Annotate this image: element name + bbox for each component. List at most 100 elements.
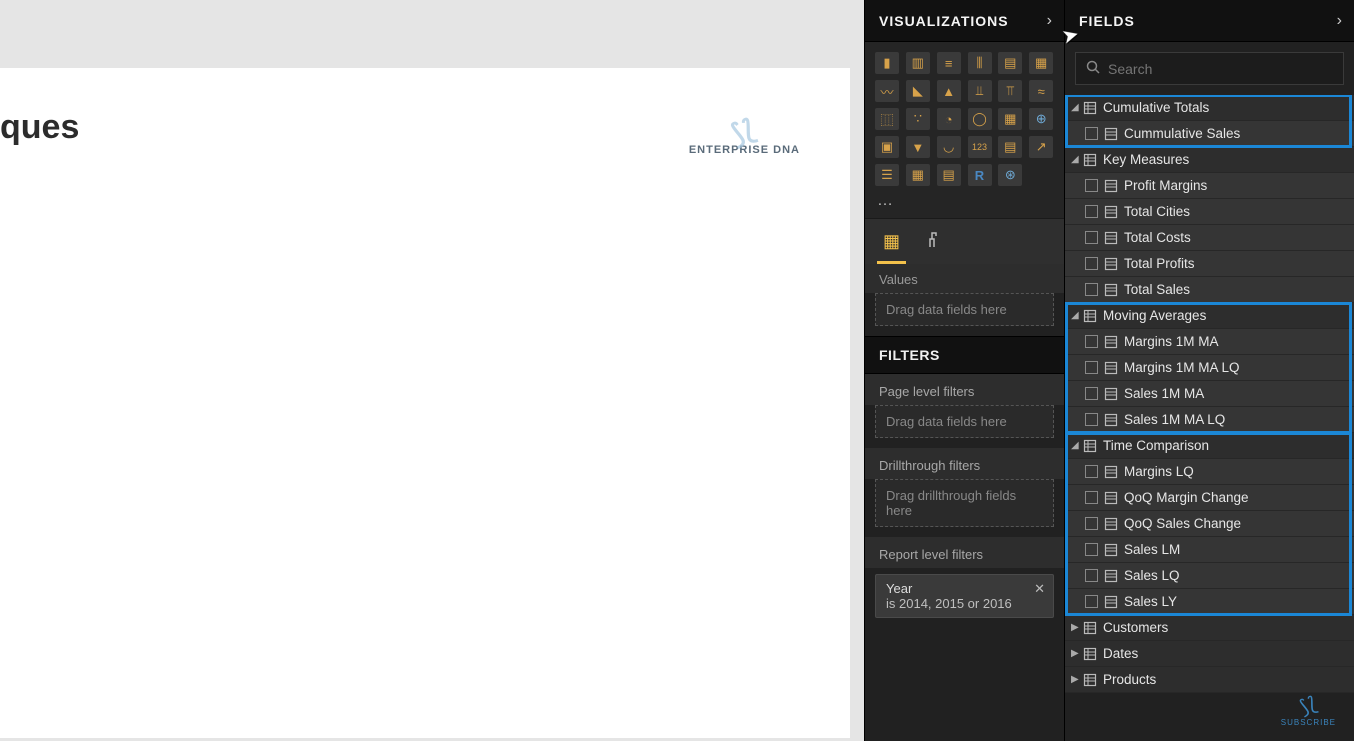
field-row[interactable]: Total Sales <box>1065 277 1354 303</box>
checkbox[interactable] <box>1085 387 1098 400</box>
field-row[interactable]: Total Profits <box>1065 251 1354 277</box>
triangle-down-icon[interactable]: ◢ <box>1071 102 1083 113</box>
table-row[interactable]: ◢Moving Averages <box>1065 303 1354 329</box>
viz-area[interactable]: ◣ <box>906 80 930 102</box>
field-row[interactable]: Margins 1M MA <box>1065 329 1354 355</box>
page-filters-label: Page level filters <box>865 374 1064 405</box>
checkbox[interactable] <box>1085 205 1098 218</box>
viz-map[interactable]: ⊕ <box>1029 108 1053 130</box>
table-row[interactable]: ▶Customers <box>1065 615 1354 641</box>
table-row[interactable]: ◢Key Measures <box>1065 147 1354 173</box>
field-row[interactable]: Sales LM <box>1065 537 1354 563</box>
measure-icon <box>1104 543 1118 557</box>
viz-filled-map[interactable]: ▣ <box>875 136 899 158</box>
viz-100-bar[interactable]: ▤ <box>998 52 1022 74</box>
chevron-right-icon[interactable]: › <box>1047 12 1052 30</box>
page-filters-dropzone[interactable]: Drag data fields here <box>875 405 1054 438</box>
checkbox[interactable] <box>1085 465 1098 478</box>
viz-ribbon[interactable]: ≈ <box>1029 80 1053 102</box>
checkbox[interactable] <box>1085 335 1098 348</box>
field-name: Sales LQ <box>1124 568 1180 583</box>
viz-stacked-column[interactable]: ≡ <box>937 52 961 74</box>
triangle-right-icon[interactable]: ▶ <box>1071 648 1083 659</box>
viz-multi-card[interactable]: ▤ <box>998 136 1022 158</box>
viz-arcgis[interactable]: ⊛ <box>998 164 1022 186</box>
viz-more[interactable]: … <box>865 190 1064 218</box>
viz-clustered-column[interactable]: ⫼ <box>968 52 992 74</box>
field-row[interactable]: Margins 1M MA LQ <box>1065 355 1354 381</box>
fields-search[interactable] <box>1075 52 1344 85</box>
report-page[interactable]: ques ⟆⟅ ENTERPRISE DNA <box>0 68 850 738</box>
checkbox[interactable] <box>1085 231 1098 244</box>
drillthrough-dropzone[interactable]: Drag drillthrough fields here <box>875 479 1054 527</box>
viz-r-script[interactable]: R <box>968 164 992 186</box>
measure-icon <box>1104 361 1118 375</box>
checkbox[interactable] <box>1085 569 1098 582</box>
year-filter-chip[interactable]: Year is 2014, 2015 or 2016 ✕ <box>875 574 1054 618</box>
measure-icon <box>1104 491 1118 505</box>
fields-list[interactable]: ◢ Cumulative Totals Cummulative Sales◢Key … <box>1065 95 1354 741</box>
triangle-down-icon[interactable]: ◢ <box>1071 440 1083 451</box>
field-row[interactable]: Margins LQ <box>1065 459 1354 485</box>
checkbox[interactable] <box>1085 595 1098 608</box>
field-row[interactable]: QoQ Margin Change <box>1065 485 1354 511</box>
table-name: Cumulative Totals <box>1103 100 1209 115</box>
viz-donut[interactable]: ◯ <box>968 108 992 130</box>
viz-stacked-area[interactable]: ▲ <box>937 80 961 102</box>
viz-treemap[interactable]: ▦ <box>998 108 1022 130</box>
table-row[interactable]: ◢ Cumulative Totals <box>1065 95 1354 121</box>
viz-gauge[interactable]: ◡ <box>937 136 961 158</box>
table-row[interactable]: ▶Dates <box>1065 641 1354 667</box>
field-row[interactable]: Total Cities <box>1065 199 1354 225</box>
field-name: Sales LY <box>1124 594 1177 609</box>
field-name: Total Profits <box>1124 256 1195 271</box>
viz-pie[interactable]: ◔ <box>937 108 961 130</box>
triangle-right-icon[interactable]: ▶ <box>1071 674 1083 685</box>
field-row[interactable]: Sales 1M MA <box>1065 381 1354 407</box>
viz-100-column[interactable]: ▦ <box>1029 52 1053 74</box>
checkbox[interactable] <box>1085 413 1098 426</box>
search-input[interactable] <box>1108 61 1333 77</box>
checkbox[interactable] <box>1085 127 1098 140</box>
values-dropzone[interactable]: Drag data fields here <box>875 293 1054 326</box>
checkbox[interactable] <box>1085 543 1098 556</box>
viz-scatter[interactable]: ∵ <box>906 108 930 130</box>
format-tab[interactable] <box>922 225 948 264</box>
viz-funnel[interactable]: ▼ <box>906 136 930 158</box>
chevron-right-icon[interactable]: › <box>1337 12 1342 30</box>
viz-line-clustered[interactable]: ⫪ <box>998 80 1022 102</box>
checkbox[interactable] <box>1085 361 1098 374</box>
field-row[interactable]: Profit Margins <box>1065 173 1354 199</box>
triangle-right-icon[interactable]: ▶ <box>1071 622 1083 633</box>
field-row[interactable]: Sales 1M MA LQ <box>1065 407 1354 433</box>
field-row[interactable]: Sales LY <box>1065 589 1354 615</box>
field-row[interactable]: QoQ Sales Change <box>1065 511 1354 537</box>
checkbox[interactable] <box>1085 283 1098 296</box>
viz-line-column[interactable]: ⫫ <box>968 80 992 102</box>
fields-tab[interactable]: ▦ <box>879 225 904 264</box>
table-row[interactable]: ▶Products <box>1065 667 1354 693</box>
viz-line[interactable]: 〰 <box>875 80 899 102</box>
field-row[interactable]: Sales LQ <box>1065 563 1354 589</box>
checkbox[interactable] <box>1085 517 1098 530</box>
field-row[interactable]: Total Costs <box>1065 225 1354 251</box>
checkbox[interactable] <box>1085 257 1098 270</box>
viz-slicer[interactable]: ☰ <box>875 164 899 186</box>
viz-clustered-bar[interactable]: ▥ <box>906 52 930 74</box>
viz-matrix[interactable]: ▤ <box>937 164 961 186</box>
table-row[interactable]: ◢Time Comparison <box>1065 433 1354 459</box>
visualizations-header[interactable]: VISUALIZATIONS › <box>865 0 1064 42</box>
viz-stacked-bar[interactable]: ▮ <box>875 52 899 74</box>
triangle-down-icon[interactable]: ◢ <box>1071 154 1083 165</box>
viz-kpi[interactable]: ↗ <box>1029 136 1053 158</box>
close-icon[interactable]: ✕ <box>1034 581 1045 597</box>
field-row[interactable]: Cummulative Sales <box>1065 121 1354 147</box>
viz-waterfall[interactable]: ⿲ <box>875 108 899 130</box>
viz-table[interactable]: ▦ <box>906 164 930 186</box>
triangle-down-icon[interactable]: ◢ <box>1071 310 1083 321</box>
viz-card[interactable]: 123 <box>968 136 992 158</box>
checkbox[interactable] <box>1085 179 1098 192</box>
report-canvas[interactable]: ques ⟆⟅ ENTERPRISE DNA <box>0 0 864 741</box>
fields-header[interactable]: FIELDS › <box>1065 0 1354 42</box>
checkbox[interactable] <box>1085 491 1098 504</box>
